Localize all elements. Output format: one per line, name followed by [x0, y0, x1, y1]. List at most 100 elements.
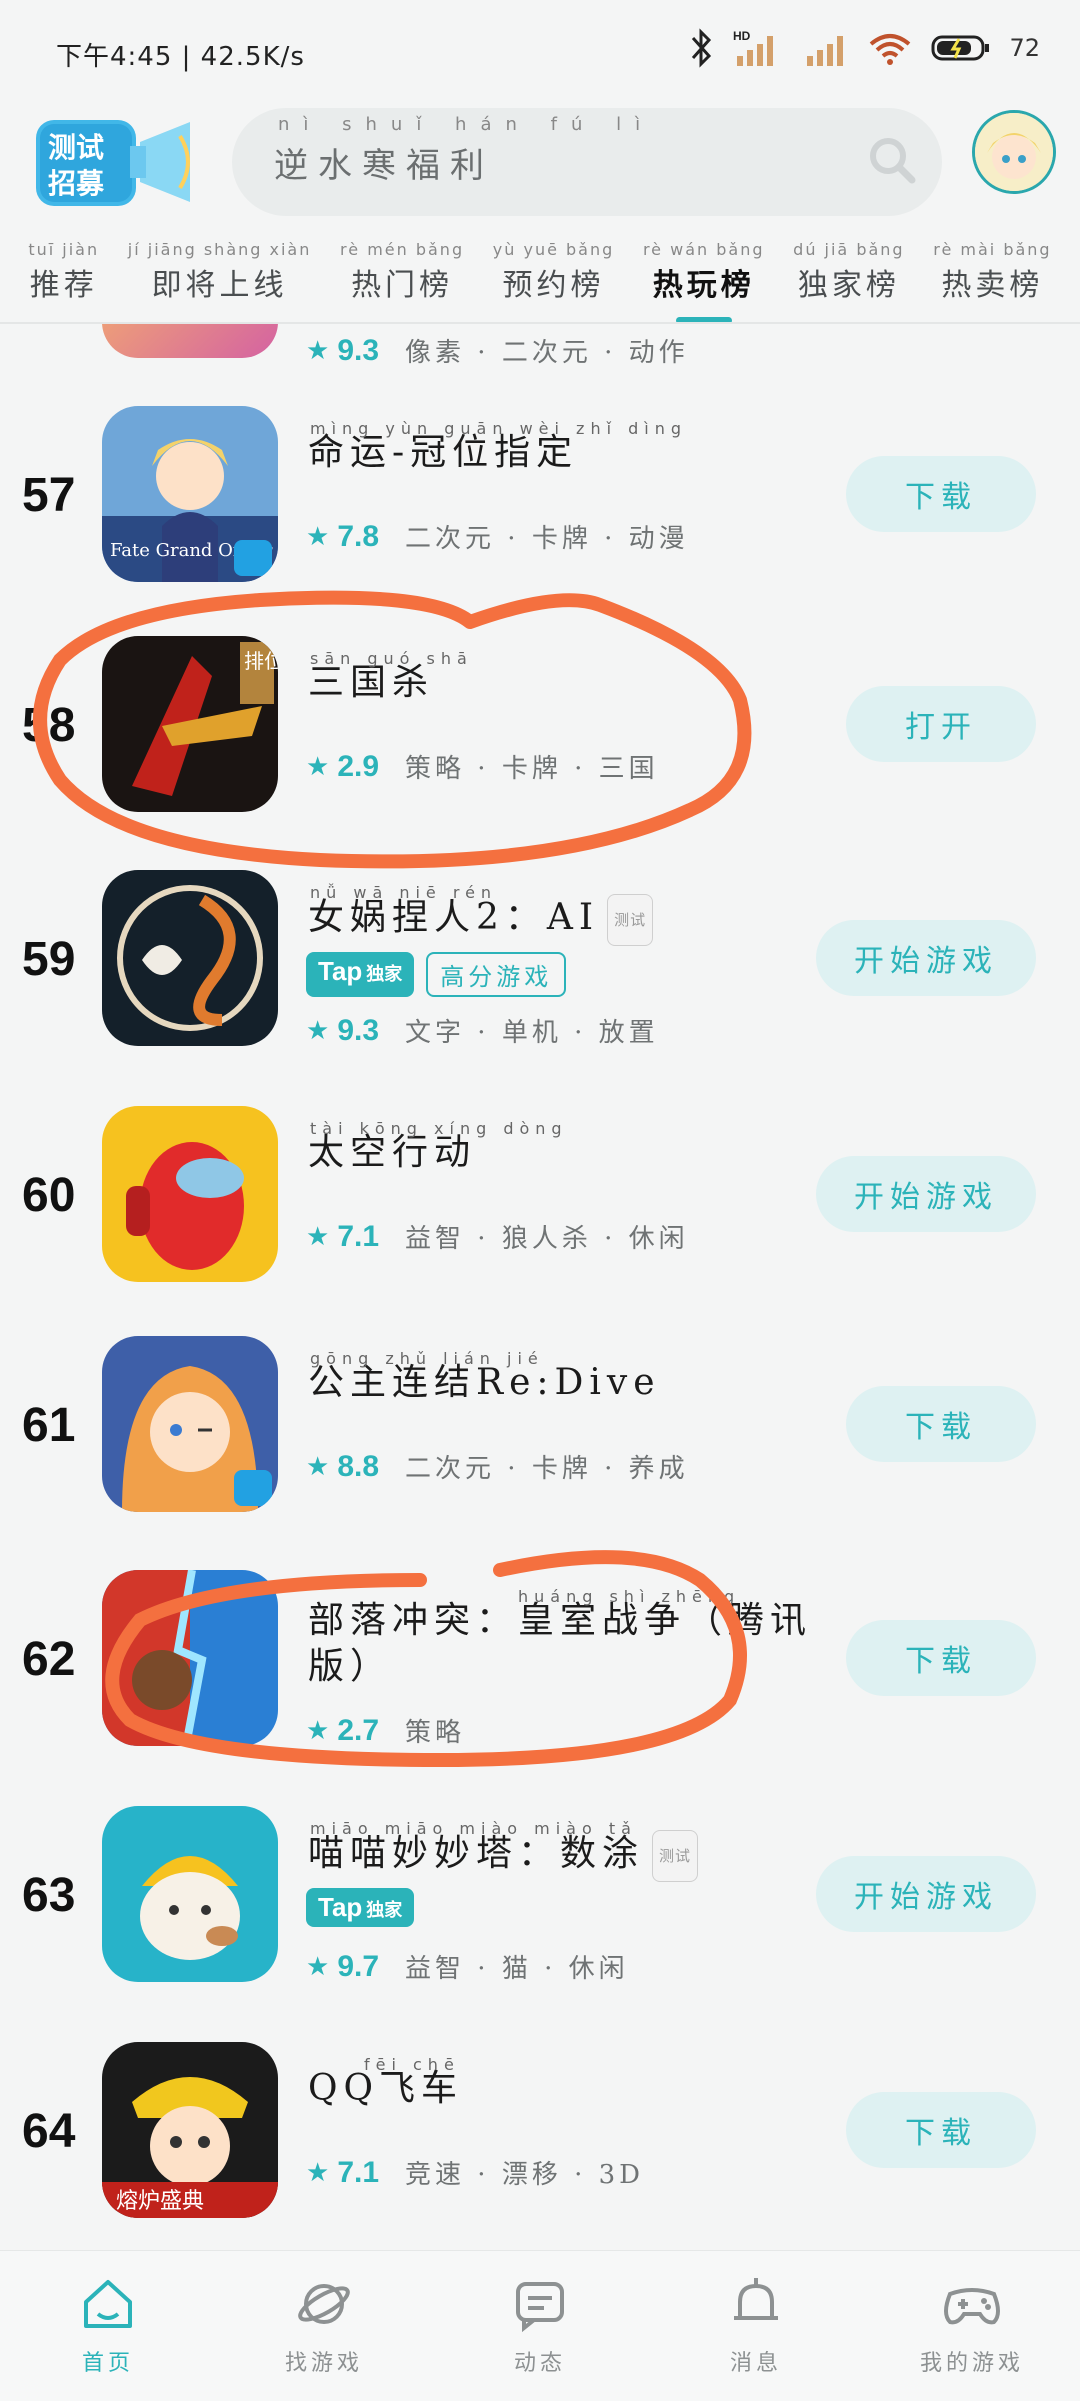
game-tags: 文字 · 单机 · 放置 — [405, 1018, 659, 1048]
test-badge: 测试 — [652, 1830, 699, 1882]
game-meta: ★ 8.8 二次元 · 卡牌 · 养成 — [306, 1448, 689, 1485]
nav-label: 我的游戏 — [919, 2351, 1024, 2376]
game-pinyin: fēi chē — [364, 2055, 460, 2074]
app-icon-space-action — [102, 1106, 278, 1282]
search-placeholder: 逆水寒福利 — [274, 146, 494, 186]
start-game-button[interactable]: 开始游戏 — [816, 1856, 1036, 1932]
game-name: fēi chē QQ飞车 — [308, 2055, 828, 2112]
list-item[interactable]: 59 nǚ wā niē rén 女娲捏人2：AI 测试 Tap 独家 高分游戏 ★ … — [0, 870, 1080, 1106]
qq-badge-text: 熔炉盛典 — [116, 2189, 204, 2214]
game-pinyin: miāo miāo miào miào tǎ — [310, 1819, 637, 1838]
tab-upcoming[interactable]: jí jiāng shàng xiàn 即将上线 — [128, 240, 312, 310]
nav-messages[interactable]: 消息 — [656, 2251, 856, 2401]
tab-recommend[interactable]: tuī jiàn 推荐 — [28, 240, 99, 310]
star-icon: ★ — [306, 521, 330, 552]
game-score: 8.8 — [337, 1449, 380, 1483]
game-pinyin: sān guó shā — [310, 649, 473, 668]
list-item[interactable]: 61 gōng zhǔ lián jié 公主连结Re:Dive ★ 8.8 二次… — [0, 1336, 1080, 1572]
list-item[interactable]: 60 tài kōng xíng dòng 太空行动 ★ 7.1 益智 · 狼人杀… — [0, 1106, 1080, 1342]
list-item[interactable]: 62 huáng shì zhēng 部落冲突：皇室战争（腾讯版） ★ 2.7 策… — [0, 1570, 1080, 1806]
game-name: huáng shì zhēng 部落冲突：皇室战争（腾讯版） — [308, 1587, 828, 1690]
app-icon-nuwa — [102, 870, 278, 1046]
download-button[interactable]: 下载 — [846, 456, 1036, 532]
game-pinyin: tài kōng xíng dòng — [310, 1119, 568, 1138]
start-game-button[interactable]: 开始游戏 — [816, 920, 1036, 996]
download-button[interactable]: 下载 — [846, 1386, 1036, 1462]
nav-label: 找游戏 — [284, 2351, 363, 2376]
rank-badge-text: 排位 — [244, 649, 278, 673]
star-icon: ★ — [306, 1951, 330, 1982]
tap-exclusive-badge: Tap 独家 — [306, 1888, 415, 1927]
nav-my-games[interactable]: 我的游戏 — [872, 2251, 1072, 2401]
exclusive-label: 独家 — [366, 964, 403, 984]
tab-label: 预约榜 — [502, 268, 605, 303]
star-icon: ★ — [306, 751, 330, 782]
search-icon[interactable] — [866, 134, 918, 186]
game-pinyin: gōng zhǔ lián jié — [310, 1349, 544, 1368]
bell-icon — [734, 2278, 778, 2320]
signal-icon — [807, 36, 844, 66]
exclusive-label: 独家 — [366, 1900, 403, 1920]
list-item[interactable]: 64 熔炉盛典 fēi chē QQ飞车 ★ 7.1 竞速 · 漂移 · 3D 下… — [0, 2042, 1080, 2244]
game-meta: ★ 2.7 策略 — [306, 1712, 465, 1749]
star-icon: ★ — [306, 2157, 330, 2188]
status-bar: 下午4:45 | 42.5K/s HD 72 — [0, 0, 1080, 100]
tab-reservation[interactable]: yù yuē bǎng 预约榜 — [493, 240, 615, 310]
tab-popular[interactable]: rè mén bǎng 热门榜 — [340, 240, 464, 310]
game-pinyin: mìng yùn guān wèi zhǐ dìng — [310, 419, 688, 438]
game-score: 9.3 — [337, 333, 380, 367]
battery-level: 72 — [1009, 34, 1040, 62]
game-pinyin: huáng shì zhēng — [518, 1587, 741, 1606]
user-avatar[interactable] — [972, 110, 1056, 194]
game-meta: ★ 2.9 策略 · 卡牌 · 三国 — [306, 748, 659, 785]
bottom-nav: 首页 找游戏 动态 消息 我的游戏 — [0, 2250, 1080, 2401]
rank-number: 62 — [22, 1633, 76, 1686]
list-item[interactable]: 58 排位 sān guó shā 三国杀 ★ 2.9 策略 · 卡牌 · 三国 … — [0, 636, 1080, 872]
star-icon: ★ — [306, 1451, 330, 1482]
game-score: 7.1 — [337, 2155, 380, 2189]
game-score: 9.7 — [337, 1949, 380, 1983]
open-button[interactable]: 打开 — [846, 686, 1036, 762]
app-icon-princess-connect — [102, 1336, 278, 1512]
start-game-button[interactable]: 开始游戏 — [816, 1156, 1036, 1232]
download-button[interactable]: 下载 — [846, 2092, 1036, 2168]
tab-best-selling[interactable]: rè mài bǎng 热卖榜 — [933, 240, 1051, 310]
ranking-list[interactable]: ★ 9.3 像素 · 二次元 · 动作 57 Fate Grand Order … — [0, 324, 1080, 2244]
list-item[interactable]: 57 Fate Grand Order mìng yùn guān wèi zh… — [0, 406, 1080, 642]
list-item-partial[interactable]: ★ 9.3 像素 · 二次元 · 动作 — [0, 324, 1080, 368]
rank-number: 60 — [22, 1169, 76, 1222]
tab-pinyin: dú jiā bǎng — [793, 240, 905, 259]
svg-text:HD: HD — [733, 29, 751, 43]
tab-exclusive[interactable]: dú jiā bǎng 独家榜 — [793, 240, 904, 310]
test-recruit-banner[interactable]: 测试招募 — [30, 112, 200, 212]
star-icon: ★ — [306, 1715, 330, 1746]
wifi-icon — [870, 34, 911, 65]
game-meta: ★ 9.3 文字 · 单机 · 放置 — [306, 1012, 659, 1049]
tab-pinyin: rè wán bǎng — [642, 240, 765, 259]
tab-hot-played[interactable]: rè wán bǎng 热玩榜 — [642, 240, 765, 324]
tab-pinyin: jí jiāng shàng xiàn — [127, 240, 312, 259]
planet-icon — [298, 2284, 350, 2324]
game-tags: 二次元 · 卡牌 · 动漫 — [405, 524, 689, 554]
status-icons: HD 72 — [689, 28, 1040, 68]
download-button[interactable]: 下载 — [846, 1620, 1036, 1696]
game-tags: 策略 — [405, 1718, 466, 1748]
list-item[interactable]: 63 miāo miāo miào miào tǎ 喵喵妙妙塔：数涂 测试 Tap 独… — [0, 1806, 1080, 2042]
nav-label: 动态 — [513, 2351, 566, 2376]
game-tags: 策略 · 卡牌 · 三国 — [405, 754, 659, 784]
rank-number: 58 — [22, 699, 76, 752]
app-icon-sanguosha: 排位 — [102, 636, 278, 812]
search-bar[interactable]: nì shuǐ hán fú lì 逆水寒福利 — [232, 108, 942, 216]
game-meta: ★ 7.1 竞速 · 漂移 · 3D — [306, 2154, 644, 2191]
rank-number: 61 — [22, 1399, 76, 1452]
battery-icon — [931, 35, 990, 61]
test-recruit-label: 测试招募 — [48, 131, 105, 200]
nav-feed[interactable]: 动态 — [440, 2251, 640, 2401]
game-meta: ★ 9.3 像素 · 二次元 · 动作 — [306, 332, 689, 369]
high-score-badge: 高分游戏 — [426, 952, 567, 997]
nav-find-game[interactable]: 找游戏 — [224, 2251, 424, 2401]
home-icon — [84, 2280, 132, 2328]
tab-pinyin: yù yuē bǎng — [492, 240, 615, 259]
rank-number: 59 — [22, 933, 76, 986]
nav-home[interactable]: 首页 — [8, 2251, 208, 2401]
